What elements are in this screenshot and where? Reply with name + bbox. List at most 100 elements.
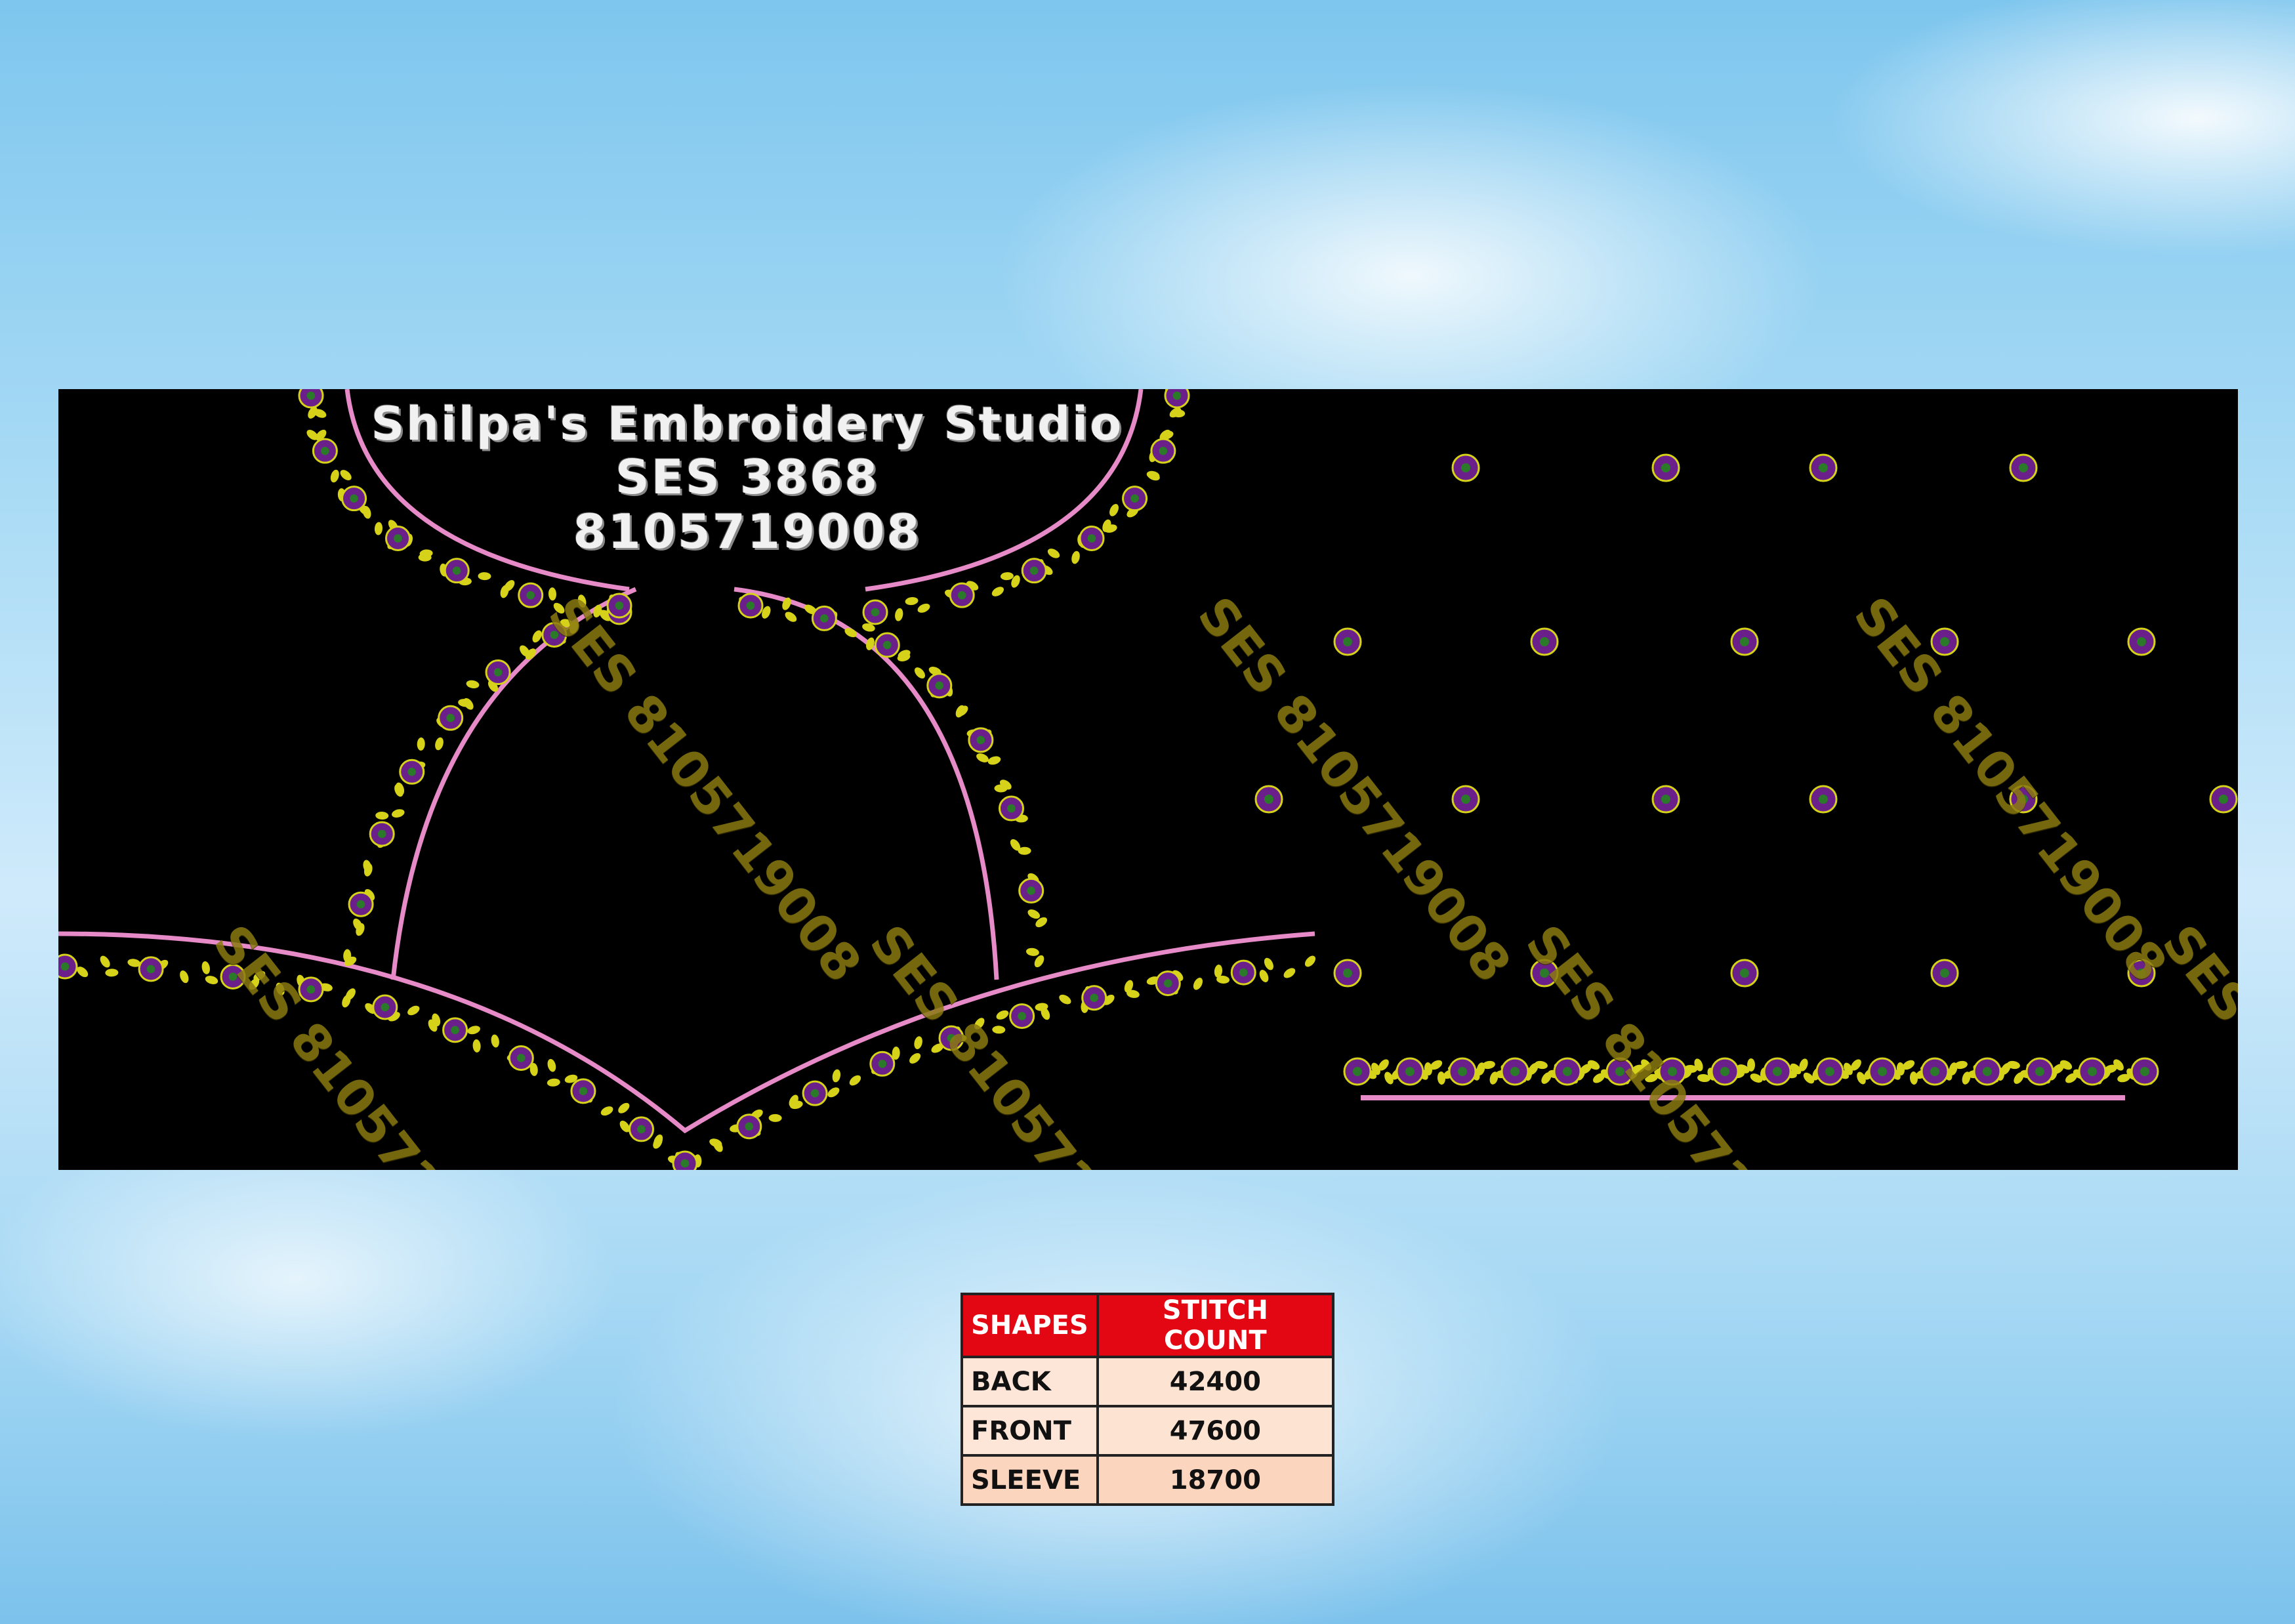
- embroidery-flower: [1651, 785, 1680, 814]
- embroidery-flower: [1081, 985, 1107, 1011]
- table-header-row: SHAPES STITCH COUNT: [961, 1293, 1335, 1358]
- embroidery-flower: [1018, 877, 1044, 904]
- embroidery-leaf: [491, 1034, 499, 1048]
- embroidery-flower: [1333, 959, 1362, 988]
- embroidery-flower: [570, 1078, 596, 1104]
- shape-cell: FRONT: [961, 1405, 1099, 1457]
- embroidery-flower: [1868, 1057, 1897, 1086]
- embroidery-leaf: [909, 1052, 921, 1064]
- embroidery-flower: [1451, 453, 1480, 482]
- embroidery-flower: [2127, 627, 2156, 656]
- embroidery-flower: [862, 599, 888, 625]
- embroidery-leaf: [1259, 970, 1269, 982]
- embroidery-flower: [2078, 1057, 2107, 1086]
- embroidery-leaf: [478, 572, 491, 581]
- embroidery-flower: [1164, 389, 1190, 409]
- embroidery-leaf: [1025, 947, 1039, 956]
- embroidery-flower: [968, 727, 994, 753]
- embroidery-leaf: [1304, 955, 1316, 967]
- embroidery-flower: [442, 1017, 468, 1043]
- embroidery-leaf: [895, 608, 903, 621]
- embroidery-flower: [298, 389, 324, 409]
- embroidery-flower: [348, 891, 374, 917]
- table-row: FRONT 47600: [961, 1405, 1335, 1457]
- embroidery-leaf: [548, 587, 556, 601]
- embroidery-leaf: [991, 587, 1004, 596]
- embroidery-leaf: [547, 1078, 560, 1087]
- shape-cell: BACK: [961, 1356, 1099, 1407]
- embroidery-flower: [2009, 453, 2038, 482]
- studio-name: Shilpa's Embroidery Studio: [371, 397, 1124, 451]
- embroidery-flower: [1730, 627, 1759, 656]
- embroidery-leaf: [832, 1069, 841, 1083]
- embroidery-flower: [737, 593, 764, 619]
- embroidery-leaf: [768, 1114, 782, 1122]
- count-cell: 42400: [1096, 1356, 1335, 1407]
- embroidery-leaf: [987, 756, 1001, 765]
- design-code: SES 3868: [615, 449, 880, 505]
- embroidery-flower: [2025, 1057, 2054, 1086]
- embroidery-flower: [874, 632, 900, 658]
- embroidery-flower: [1155, 970, 1181, 997]
- header-stitch-count: STITCH COUNT: [1096, 1293, 1335, 1358]
- embroidery-flower: [1920, 1057, 1949, 1086]
- embroidery-flower: [1396, 1057, 1424, 1086]
- embroidery-flower: [508, 1045, 534, 1071]
- embroidery-leaf: [996, 1010, 1009, 1020]
- stitch-count-table: SHAPES STITCH COUNT BACK 42400 FRONT 476…: [961, 1293, 1335, 1506]
- embroidery-leaf: [435, 737, 444, 751]
- embroidery-flower: [1009, 1003, 1035, 1030]
- embroidery-leaf: [1283, 968, 1296, 978]
- embroidery-leaf: [1059, 994, 1071, 1005]
- embroidery-leaf: [914, 667, 925, 679]
- embroidery-leaf: [785, 612, 797, 622]
- table-row: SLEEVE 18700: [961, 1454, 1335, 1506]
- embroidery-flower: [949, 582, 975, 608]
- embroidery-flower: [485, 659, 511, 686]
- embroidery-flower: [1930, 959, 1959, 988]
- embroidery-flower: [1451, 785, 1480, 814]
- embroidery-leaf: [1264, 957, 1273, 970]
- embroidery-design-panel: Shilpa's Embroidery Studio SES 3868 8105…: [58, 389, 2238, 1170]
- count-cell: 47600: [1096, 1405, 1335, 1457]
- embroidery-leaf: [917, 603, 930, 613]
- embroidery-flower: [1651, 453, 1680, 482]
- embroidery-leaf: [905, 596, 919, 606]
- embroidery-leaf: [375, 812, 389, 820]
- embroidery-leaf: [180, 970, 189, 984]
- embroidery-flower: [1809, 785, 1838, 814]
- embroidery-flower: [518, 582, 544, 608]
- embroidery-flower: [372, 994, 398, 1020]
- embroidery-flower: [58, 953, 78, 980]
- embroidery-leaf: [466, 680, 480, 689]
- embroidery-flower: [926, 673, 953, 699]
- embroidery-leaf: [467, 1026, 480, 1035]
- embroidery-flower: [1809, 453, 1838, 482]
- embroidery-flower: [1254, 785, 1283, 814]
- embroidery-flower: [2130, 1057, 2159, 1086]
- embroidery-leaf: [976, 753, 989, 762]
- embroidery-flower: [1815, 1057, 1844, 1086]
- embroidery-flower: [1343, 1057, 1372, 1086]
- embroidery-flower: [629, 1116, 655, 1142]
- embroidery-leaf: [105, 968, 119, 977]
- embroidery-leaf: [827, 1087, 840, 1098]
- embroidery-flower: [438, 705, 464, 731]
- embroidery-leaf: [1747, 1058, 1755, 1072]
- embroidery-flower: [869, 1051, 896, 1077]
- embroidery-flower: [369, 821, 395, 847]
- header-shapes: SHAPES: [961, 1293, 1099, 1358]
- embroidery-leaf: [849, 1075, 861, 1086]
- embroidery-flower: [606, 593, 632, 619]
- embroidery-leaf: [201, 961, 210, 974]
- embroidery-leaf: [205, 976, 218, 984]
- embroidery-flower: [736, 1114, 762, 1140]
- embroidery-flower: [1021, 558, 1047, 584]
- embroidery-flower: [998, 795, 1024, 822]
- table-row: BACK 42400: [961, 1356, 1335, 1407]
- count-cell: 18700: [1096, 1454, 1335, 1506]
- embroidery-leaf: [547, 1058, 556, 1072]
- embroidery-flower: [1500, 1057, 1529, 1086]
- embroidery-leaf: [914, 1036, 922, 1049]
- embroidery-flower: [672, 1150, 698, 1170]
